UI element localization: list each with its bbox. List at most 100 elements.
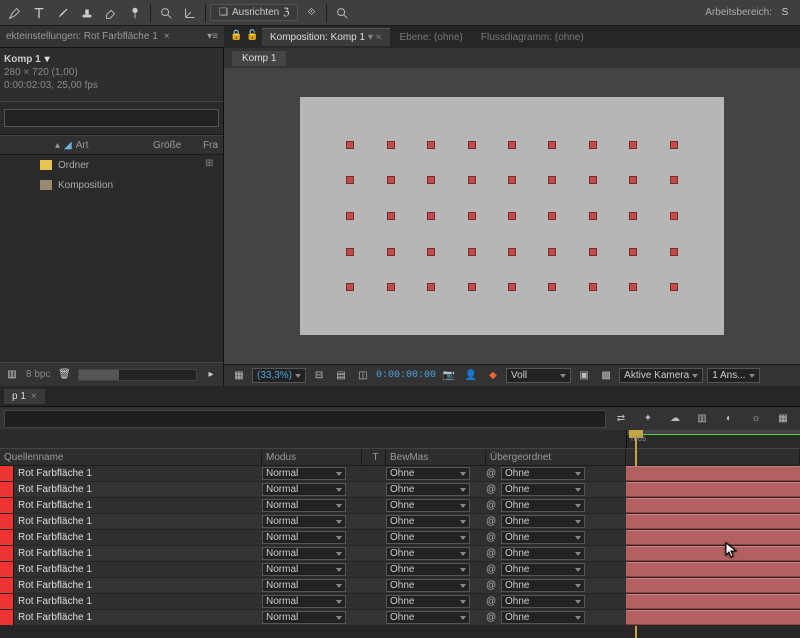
layer-bar[interactable] [626, 610, 800, 625]
layer-row[interactable]: Rot Farbfläche 1NormalOhne@Ohne [0, 530, 800, 546]
guides-icon[interactable]: ▤ [332, 367, 350, 385]
pickwhip-icon[interactable]: @ [486, 548, 498, 560]
blend-mode-dropdown[interactable]: Normal [262, 483, 346, 496]
motion-blur-icon[interactable]: ◐ [718, 410, 740, 428]
layer-name[interactable]: Rot Farbfläche 1 [14, 484, 262, 495]
col-name[interactable]: Art [76, 140, 89, 151]
col-trackmatte[interactable]: T [362, 449, 386, 465]
layer-bar[interactable] [626, 466, 800, 481]
color-icon[interactable]: ◆ [484, 367, 502, 385]
layer-bar[interactable] [626, 594, 800, 609]
project-search-input[interactable] [4, 109, 219, 127]
layer-bar[interactable] [626, 546, 800, 561]
trackmatte-dropdown[interactable]: Ohne [386, 531, 470, 544]
trackmatte-dropdown[interactable]: Ohne [386, 499, 470, 512]
layer-name[interactable]: Rot Farbfläche 1 [14, 580, 262, 591]
layer-color-swatch[interactable] [0, 610, 14, 625]
graph-editor-icon[interactable]: ▦ [772, 410, 794, 428]
pickwhip-icon[interactable]: @ [486, 532, 498, 544]
layer-color-swatch[interactable] [0, 514, 14, 529]
pickwhip-icon[interactable]: @ [486, 596, 498, 608]
channel-icon[interactable]: 👤 [462, 367, 480, 385]
pickwhip-icon[interactable]: @ [486, 564, 498, 576]
layer-name[interactable]: Rot Farbfläche 1 [14, 532, 262, 543]
scroll-right-icon[interactable]: ▸ [203, 365, 219, 385]
layer-row[interactable]: Rot Farbfläche 1NormalOhne@Ohne [0, 466, 800, 482]
parent-dropdown[interactable]: Ohne [501, 547, 585, 560]
pen-tool-icon[interactable] [4, 3, 26, 23]
workspace-dropdown[interactable]: S [774, 3, 796, 23]
layer-color-swatch[interactable] [0, 562, 14, 577]
eraser-tool-icon[interactable] [100, 3, 122, 23]
stamp-tool-icon[interactable] [76, 3, 98, 23]
trackmatte-dropdown[interactable]: Ohne [386, 547, 470, 560]
layer-name[interactable]: Rot Farbfläche 1 [14, 596, 262, 607]
comp-mini-flowchart-icon[interactable]: ⇄ [610, 410, 632, 428]
trackmatte-dropdown[interactable]: Ohne [386, 579, 470, 592]
layer-color-swatch[interactable] [0, 498, 14, 513]
draft3d-icon[interactable]: ✦ [637, 410, 659, 428]
project-panel-tab[interactable]: ekteinstellungen: Rot Farbfläche 1 [6, 31, 158, 42]
project-item-folder[interactable]: Ordner ⊞ [0, 155, 223, 175]
views-dropdown[interactable]: 1 Ans... [707, 368, 759, 383]
panel-menu-icon[interactable]: ▾≡ [207, 31, 218, 42]
layer-row[interactable]: Rot Farbfläche 1NormalOhne@Ohne [0, 578, 800, 594]
work-area-bar[interactable] [643, 434, 800, 435]
transparency-grid-icon[interactable]: ▩ [597, 367, 615, 385]
col-parent[interactable]: Übergeordnet [486, 449, 626, 465]
tab-layer[interactable]: Ebene: (ohne) [392, 29, 471, 46]
chevron-down-icon[interactable]: ▾ [368, 32, 373, 43]
pickwhip-icon[interactable]: @ [486, 516, 498, 528]
zoom-dropdown[interactable]: (33,3%) [252, 368, 306, 383]
pin-tool-icon[interactable] [124, 3, 146, 23]
parent-dropdown[interactable]: Ohne [501, 611, 585, 624]
layer-name[interactable]: Rot Farbfläche 1 [14, 500, 262, 511]
layer-bar[interactable] [626, 578, 800, 593]
search-icon[interactable] [331, 3, 353, 23]
unlock-icon[interactable]: 🔓 [246, 30, 260, 44]
timecode[interactable]: 0:00:00:00 [376, 370, 436, 381]
project-scrollbar[interactable] [78, 369, 197, 381]
timeline-tab[interactable]: p 1 × [4, 389, 45, 404]
layer-name[interactable]: Rot Farbfläche 1 [14, 564, 262, 575]
sort-arrow-icon[interactable]: ▴ [55, 140, 60, 151]
layer-row[interactable]: Rot Farbfläche 1NormalOhne@Ohne [0, 482, 800, 498]
composition-viewer[interactable] [224, 68, 800, 364]
trackmatte-dropdown[interactable]: Ohne [386, 595, 470, 608]
close-icon[interactable]: × [376, 32, 382, 43]
blend-mode-dropdown[interactable]: Normal [262, 531, 346, 544]
brainstorm-icon[interactable]: ☼ [745, 410, 767, 428]
pickwhip-icon[interactable]: @ [486, 580, 498, 592]
chevron-down-icon[interactable]: ▾ [45, 54, 50, 65]
project-item-comp[interactable]: Komposition [0, 175, 223, 195]
tag-icon[interactable]: ◢ [64, 140, 72, 151]
layer-name[interactable]: Rot Farbfläche 1 [14, 612, 262, 623]
tab-composition[interactable]: Komposition: Komp 1 ▾ × [262, 28, 390, 46]
interpret-icon[interactable]: ▥ [4, 365, 20, 385]
parent-dropdown[interactable]: Ohne [501, 467, 585, 480]
col-mode[interactable]: Modus [262, 449, 362, 465]
layer-row[interactable]: Rot Farbfläche 1NormalOhne@Ohne [0, 546, 800, 562]
layer-row[interactable]: Rot Farbfläche 1NormalOhne@Ohne [0, 498, 800, 514]
parent-dropdown[interactable]: Ohne [501, 499, 585, 512]
layer-bar[interactable] [626, 498, 800, 513]
mask-icon[interactable]: ◫ [354, 367, 372, 385]
layer-row[interactable]: Rot Farbfläche 1NormalOhne@Ohne [0, 610, 800, 626]
shy-icon[interactable]: ☁ [664, 410, 686, 428]
col-framerate[interactable]: Fra [203, 140, 223, 151]
parent-dropdown[interactable]: Ohne [501, 563, 585, 576]
blend-mode-dropdown[interactable]: Normal [262, 595, 346, 608]
col-size[interactable]: Größe [153, 140, 203, 151]
text-tool-icon[interactable] [28, 3, 50, 23]
blend-mode-dropdown[interactable]: Normal [262, 499, 346, 512]
pickwhip-icon[interactable]: @ [486, 500, 498, 512]
grid-icon[interactable]: ⊞ [205, 158, 219, 172]
trackmatte-dropdown[interactable]: Ohne [386, 611, 470, 624]
blend-mode-dropdown[interactable]: Normal [262, 547, 346, 560]
composition-canvas[interactable] [300, 97, 724, 335]
snapshot-icon[interactable]: 📷 [440, 367, 458, 385]
parent-dropdown[interactable]: Ohne [501, 595, 585, 608]
pickwhip-icon[interactable]: @ [486, 612, 498, 624]
region-icon[interactable]: ▦ [230, 367, 248, 385]
parent-dropdown[interactable]: Ohne [501, 579, 585, 592]
